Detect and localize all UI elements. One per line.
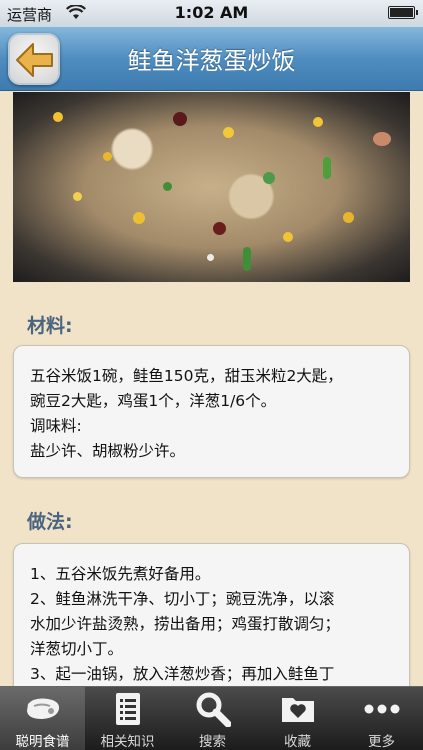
status-bar: 运营商 1:02 AM — [0, 0, 423, 27]
page-title: 鲑鱼洋葱蛋炒饭 — [127, 47, 296, 75]
steak-icon — [0, 692, 85, 726]
tab-favorites[interactable]: 收藏 — [255, 687, 340, 750]
ingredients-line: 盐少许、胡椒粉少许。 — [30, 442, 186, 460]
clock: 1:02 AM — [174, 3, 249, 22]
seasoning-label: 调味料: — [30, 417, 82, 435]
ingredients-card: 五谷米饭1碗，鲑鱼150克，甜玉米粒2大匙， 豌豆2大匙，鸡蛋1个，洋葱1/6个… — [13, 345, 410, 478]
ingredients-line: 豌豆2大匙，鸡蛋1个，洋葱1/6个。 — [30, 392, 277, 410]
tab-search[interactable]: 搜索 — [170, 687, 255, 750]
method-step: 1、五谷米饭先煮好备用。 — [30, 565, 211, 583]
page-indicator-dot — [207, 254, 214, 261]
search-icon — [170, 692, 255, 727]
tab-label: 搜索 — [199, 734, 226, 750]
battery-icon — [388, 6, 418, 19]
tab-label: 相关知识 — [100, 734, 155, 750]
method-step: 3、起一油锅，放入洋葱炒香；再加入鲑鱼丁 — [30, 665, 335, 683]
ingredients-line: 五谷米饭1碗，鲑鱼150克，甜玉米粒2大匙， — [30, 367, 343, 385]
favorites-folder-icon — [255, 692, 340, 726]
tab-related-knowledge[interactable]: 相关知识 — [85, 687, 170, 750]
more-dots-icon — [340, 692, 423, 726]
method-step: 2、鲑鱼淋洗干净、切小丁；豌豆洗净，以滚 — [30, 590, 335, 608]
tab-smart-recipes[interactable]: 聪明食谱 — [0, 687, 85, 750]
tab-label: 聪明食谱 — [15, 734, 70, 750]
tab-more[interactable]: 更多 — [340, 687, 423, 750]
back-button[interactable] — [8, 33, 60, 85]
tab-bar: 聪明食谱 相关知识 搜索 收藏 更多 — [0, 686, 423, 750]
method-heading: 做法: — [27, 511, 73, 533]
ingredients-heading: 材料: — [27, 315, 73, 337]
navigation-bar: 鲑鱼洋葱蛋炒饭 — [0, 27, 423, 91]
method-step: 水加少许盐烫熟，捞出备用；鸡蛋打散调匀； — [30, 615, 341, 633]
tab-label: 更多 — [368, 734, 395, 750]
document-icon — [85, 692, 170, 726]
back-arrow-icon — [16, 43, 53, 77]
tab-label: 收藏 — [284, 734, 311, 750]
method-step: 洋葱切小丁。 — [30, 640, 124, 658]
